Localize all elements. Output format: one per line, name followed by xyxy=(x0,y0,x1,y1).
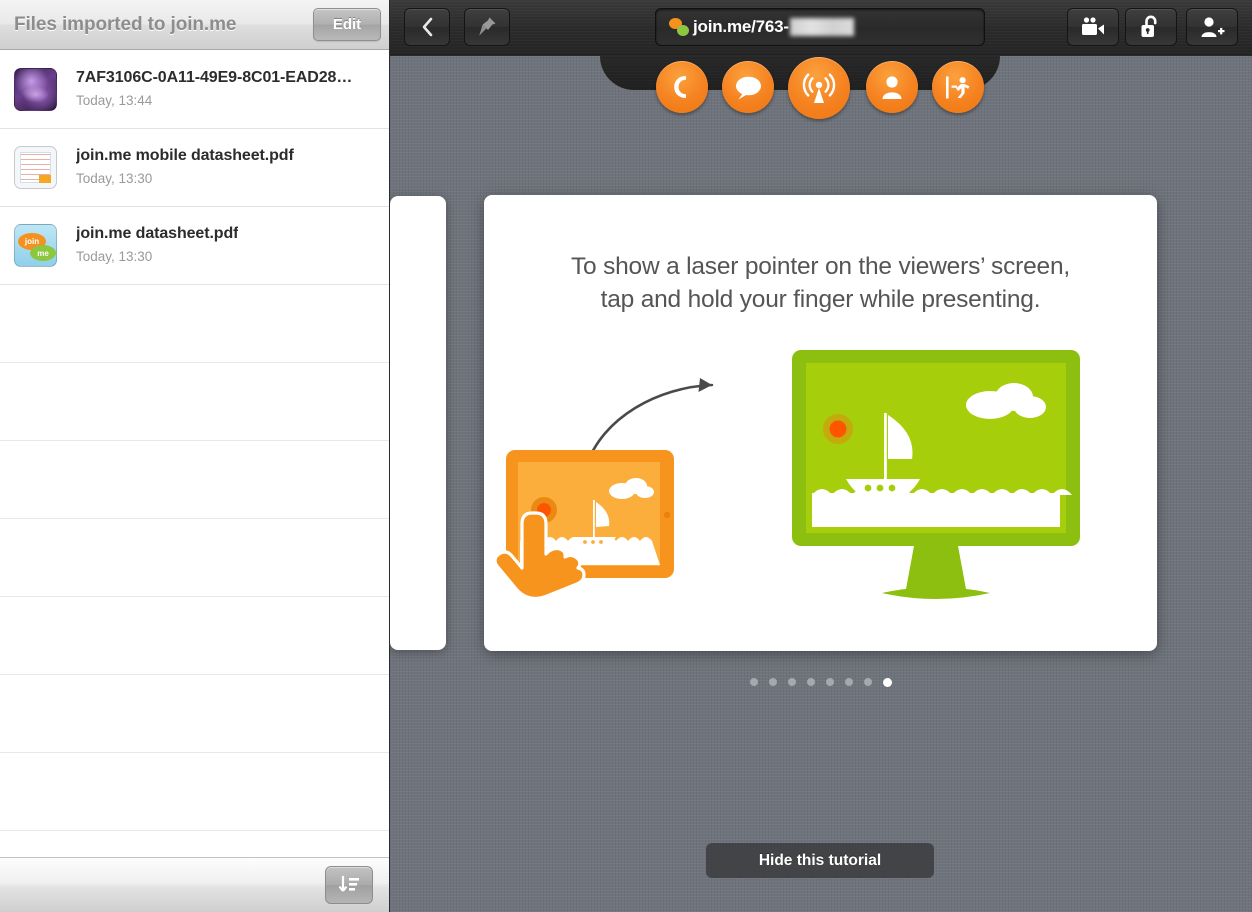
tutorial-line-1: To show a laser pointer on the viewers’ … xyxy=(571,253,1070,280)
person-icon xyxy=(882,75,902,99)
back-button[interactable] xyxy=(404,8,450,46)
list-item[interactable]: join.me mobile datasheet.pdf Today, 13:3… xyxy=(0,129,389,207)
previous-tutorial-card[interactable] xyxy=(390,196,446,650)
sort-descending-icon xyxy=(338,876,359,892)
pushpin-icon xyxy=(479,17,496,36)
page-indicator[interactable] xyxy=(484,672,1157,692)
tablet-illustration xyxy=(493,450,674,601)
file-name: 7AF3106C-0A11-49E9-8C01-EAD28… xyxy=(76,69,353,86)
file-name: join.me mobile datasheet.pdf xyxy=(76,147,294,164)
page-dot[interactable] xyxy=(787,678,796,686)
empty-list-row xyxy=(0,441,389,519)
joinme-me-text: me xyxy=(37,248,49,258)
empty-list-row xyxy=(0,597,389,675)
page-dot[interactable] xyxy=(806,678,815,686)
lock-button[interactable] xyxy=(1125,8,1177,46)
sidebar-footer xyxy=(0,857,389,912)
file-meta: join.me mobile datasheet.pdf Today, 13:3… xyxy=(57,146,294,189)
list-item[interactable]: join me join.me datasheet.pdf Today, 13:… xyxy=(0,207,389,285)
laser-dot-on-monitor xyxy=(823,414,853,444)
laser-pointer-illustration xyxy=(493,350,1080,601)
open-padlock-icon xyxy=(1141,15,1157,37)
present-button[interactable] xyxy=(788,57,850,119)
empty-list-row xyxy=(0,519,389,597)
file-date: Today, 13:30 xyxy=(76,171,153,186)
leave-button[interactable] xyxy=(932,61,984,113)
file-date: Today, 13:44 xyxy=(76,93,153,108)
meeting-view: join.me/763- To show a laser pointer on … xyxy=(390,0,1252,912)
edit-button[interactable]: Edit xyxy=(313,8,381,41)
add-person-icon xyxy=(1201,17,1225,37)
empty-list-row xyxy=(0,753,389,831)
empty-list-row xyxy=(0,285,389,363)
list-item[interactable]: 7AF3106C-0A11-49E9-8C01-EAD28… Today, 13… xyxy=(0,51,389,129)
file-name: join.me datasheet.pdf xyxy=(76,225,239,242)
page-dot[interactable] xyxy=(825,678,834,686)
joinme-logo-thumbnail: join me xyxy=(14,224,57,267)
file-list[interactable]: 7AF3106C-0A11-49E9-8C01-EAD28… Today, 13… xyxy=(0,51,389,909)
meeting-url-field[interactable]: join.me/763- xyxy=(655,8,985,46)
broadcast-icon xyxy=(802,73,836,103)
page-dot[interactable] xyxy=(844,678,853,686)
phone-icon xyxy=(674,76,686,98)
file-meta: join.me datasheet.pdf Today, 13:30 xyxy=(57,224,238,267)
page-dot[interactable] xyxy=(749,678,758,686)
exit-running-icon xyxy=(946,76,970,98)
empty-list-row xyxy=(0,675,389,753)
chevron-left-icon xyxy=(422,17,432,37)
file-date: Today, 13:30 xyxy=(76,249,153,264)
sort-button[interactable] xyxy=(325,866,373,904)
video-camera-icon xyxy=(1082,17,1104,35)
empty-list-row xyxy=(0,363,389,441)
tutorial-text: To show a laser pointer on the viewers’ … xyxy=(484,250,1157,316)
file-meta: 7AF3106C-0A11-49E9-8C01-EAD28… Today, 13… xyxy=(57,68,352,111)
sidebar-title: Files imported to join.me xyxy=(14,13,237,35)
audio-button[interactable] xyxy=(656,61,708,113)
document-thumbnail xyxy=(14,146,57,189)
image-thumbnail xyxy=(14,68,57,111)
redacted-code xyxy=(789,18,854,36)
app-root: Files imported to join.me Edit 7AF3106C-… xyxy=(0,0,1252,912)
pin-button[interactable] xyxy=(464,8,510,46)
people-button[interactable] xyxy=(866,61,918,113)
page-dot-active[interactable] xyxy=(882,677,892,687)
joinme-logo-icon xyxy=(669,18,693,36)
joinme-green-blob: me xyxy=(30,245,56,261)
files-sidebar: Files imported to join.me Edit 7AF3106C-… xyxy=(0,0,390,912)
desktop-monitor-illustration xyxy=(792,350,1080,599)
record-button[interactable] xyxy=(1067,8,1119,46)
action-toolbar xyxy=(390,57,1252,121)
sidebar-header: Files imported to join.me Edit xyxy=(0,0,389,50)
page-dot[interactable] xyxy=(863,678,872,686)
hide-tutorial-button[interactable]: Hide this tutorial xyxy=(706,843,934,878)
tutorial-card: To show a laser pointer on the viewers’ … xyxy=(484,195,1157,651)
tutorial-line-2: tap and hold your finger while presentin… xyxy=(600,286,1041,313)
invite-person-button[interactable] xyxy=(1186,8,1238,46)
chat-bubble-icon xyxy=(736,76,761,99)
chat-button[interactable] xyxy=(722,61,774,113)
meeting-url-text: join.me/763- xyxy=(693,17,789,36)
page-dot[interactable] xyxy=(768,678,777,686)
